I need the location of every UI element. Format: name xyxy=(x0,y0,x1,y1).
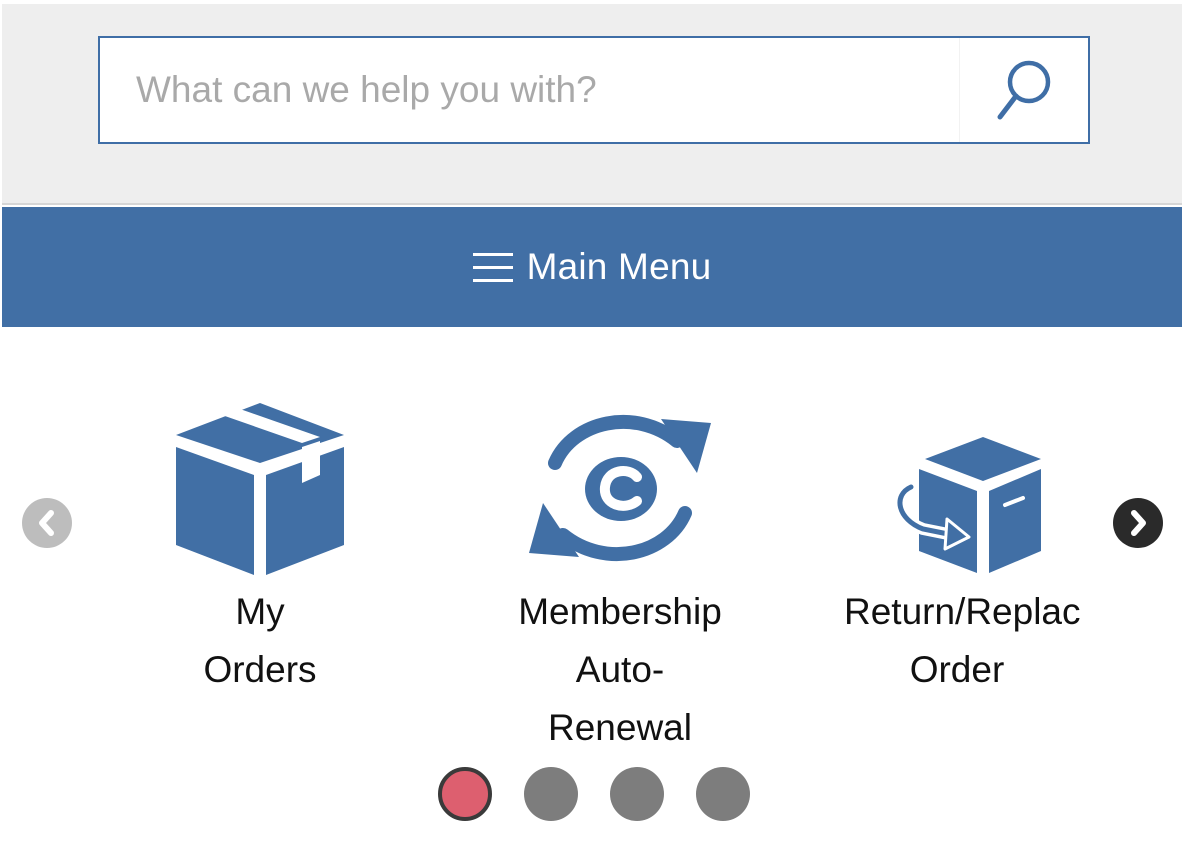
tile-my-orders-label: My Orders xyxy=(203,591,317,690)
carousel-prev-button[interactable] xyxy=(22,498,72,548)
tile-my-orders[interactable]: My Orders xyxy=(140,387,380,699)
refresh-cycle-icon xyxy=(529,414,711,562)
return-box-icon xyxy=(894,437,1041,573)
tile-return-replace-order[interactable]: Return/Replac Order xyxy=(838,387,1100,699)
search-icon xyxy=(997,60,1051,120)
search-input[interactable] xyxy=(100,38,958,142)
package-box-icon xyxy=(176,403,344,575)
help-page: Main Menu xyxy=(0,0,1182,844)
search-box xyxy=(98,36,1090,144)
carousel-next-button[interactable] xyxy=(1113,498,1163,548)
main-menu-label: Main Menu xyxy=(526,246,712,287)
chevron-left-icon xyxy=(39,510,54,536)
search-band xyxy=(2,0,1182,205)
search-button[interactable] xyxy=(959,38,1088,142)
hamburger-icon xyxy=(472,253,513,282)
carousel-dot-4[interactable] xyxy=(696,767,750,821)
carousel-dot-3[interactable] xyxy=(610,767,664,821)
main-menu-button[interactable]: Main Menu xyxy=(2,207,1182,327)
carousel-dot-1[interactable] xyxy=(438,767,492,821)
tile-membership-auto-renewal[interactable]: Membership Auto- Renewal xyxy=(480,387,760,757)
chevron-right-icon xyxy=(1131,510,1146,536)
carousel-dot-2[interactable] xyxy=(524,767,578,821)
quick-links-carousel: My Orders Membership Auto- Renewal Retur… xyxy=(0,327,1182,844)
carousel-pagination xyxy=(438,767,750,821)
tile-membership-label: Membership Auto- Renewal xyxy=(518,591,722,748)
tile-return-label: Return/Replac Order xyxy=(844,591,1081,690)
